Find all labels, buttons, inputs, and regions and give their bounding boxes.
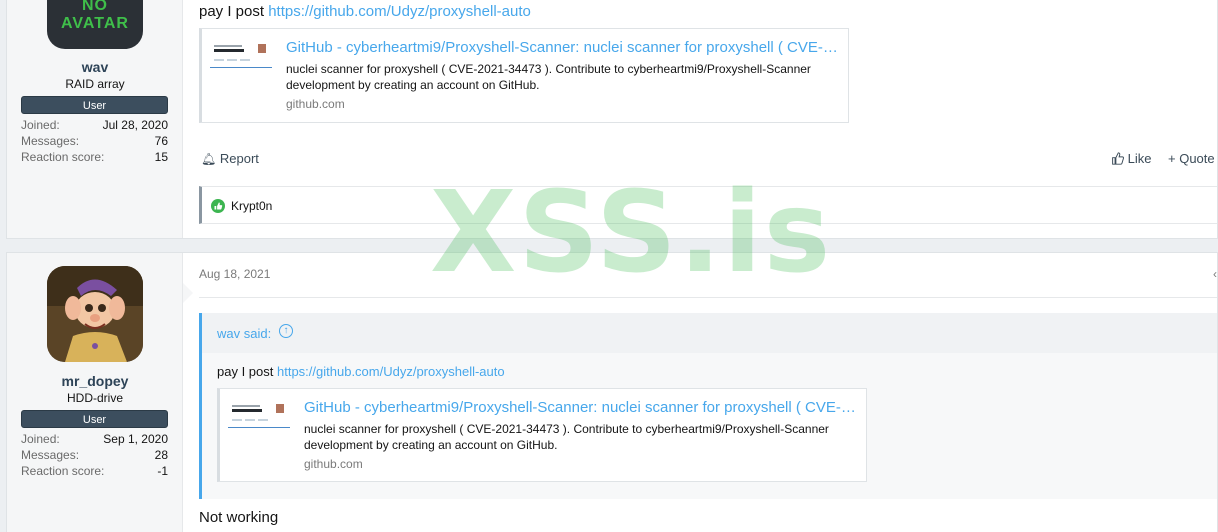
stat-label: Messages:	[21, 134, 80, 148]
user-arrow	[183, 283, 193, 303]
unfurl-description: nuclei scanner for proxyshell ( CVE-2021…	[286, 62, 811, 92]
divider	[199, 297, 1217, 298]
post-main: Aug 18, 2021 ‹ wav said: ↑ pay I post ht…	[199, 253, 1217, 532]
share-icon[interactable]: ‹	[1213, 267, 1217, 281]
quote-header: wav said: ↑	[202, 313, 1217, 353]
quote-label: Quote	[1179, 151, 1215, 166]
unfurl-domain: github.com	[286, 97, 345, 111]
user-info-column: NO AVATAR wav RAID array User Joined: Ju…	[7, 0, 183, 238]
link-unfurl[interactable]: GitHub - cyberheartmi9/Proxyshell-Scanne…	[199, 28, 849, 123]
user-info-column: mr_dopey HDD-drive User Joined: Sep 1, 2…	[7, 253, 183, 532]
post-main: pay I post https://github.com/Udyz/proxy…	[199, 0, 1217, 238]
stat-label: Reaction score:	[21, 150, 105, 164]
user-banner: User	[21, 96, 168, 114]
quote-block: wav said: ↑ pay I post https://github.co…	[199, 313, 1217, 499]
stat-value: Sep 1, 2020	[103, 432, 168, 446]
quote-text: pay I post https://github.com/Udyz/proxy…	[217, 364, 505, 379]
post-text: pay I post https://github.com/Udyz/proxy…	[199, 3, 531, 20]
avatar[interactable]: NO AVATAR	[47, 0, 143, 49]
thumbs-up-icon	[1111, 151, 1128, 166]
post-text-prefix: pay I post	[199, 3, 265, 20]
stat-label: Joined:	[21, 432, 60, 446]
link-unfurl[interactable]: GitHub - cyberheartmi9/Proxyshell-Scanne…	[217, 388, 867, 482]
user-title: HDD-drive	[66, 391, 123, 405]
plus-icon: +	[1168, 151, 1176, 166]
bell-icon: 🔔︎	[201, 152, 217, 166]
stat-value: 76	[154, 134, 168, 148]
stat-label: Messages:	[21, 448, 80, 462]
reaction-user-link[interactable]: Krypt0n	[231, 199, 272, 213]
post-date[interactable]: Aug 18, 2021	[199, 267, 270, 281]
user-banner: User	[21, 410, 168, 428]
stat-joined: Joined: Sep 1, 2020	[21, 432, 168, 446]
quote-text-prefix: pay I post	[217, 364, 274, 379]
unfurl-title[interactable]: GitHub - cyberheartmi9/Proxyshell-Scanne…	[304, 399, 859, 416]
like-label: Like	[1127, 151, 1152, 166]
stat-messages: Messages: 76	[21, 134, 168, 148]
username[interactable]: wav	[7, 59, 183, 75]
stat-reaction-score: Reaction score: 15	[21, 150, 168, 164]
report-button[interactable]: 🔔︎ Report	[201, 151, 259, 166]
stat-messages: Messages: 28	[21, 448, 168, 462]
github-thumbnail-icon	[210, 41, 272, 73]
unfurl-thumbnail	[210, 41, 272, 73]
quote-author-link[interactable]: wav said:	[217, 326, 271, 341]
arrow-up-circle-icon[interactable]: ↑	[279, 324, 293, 338]
user-title: RAID array	[65, 77, 125, 91]
dopey-avatar-icon	[47, 266, 143, 362]
post-wav: NO AVATAR wav RAID array User Joined: Ju…	[6, 0, 1218, 239]
quote-link[interactable]: https://github.com/Udyz/proxyshell-auto	[277, 364, 505, 379]
stat-value: -1	[157, 464, 168, 478]
post-mr-dopey: mr_dopey HDD-drive User Joined: Sep 1, 2…	[6, 252, 1218, 532]
username[interactable]: mr_dopey	[7, 373, 183, 389]
reactions-bar: Krypt0n	[199, 186, 1217, 224]
stat-value: Jul 28, 2020	[102, 118, 168, 132]
post-link[interactable]: https://github.com/Udyz/proxyshell-auto	[268, 3, 531, 20]
avatar-text: NO AVATAR	[61, 0, 129, 32]
like-reaction-icon	[211, 199, 225, 213]
avatar[interactable]	[47, 266, 143, 362]
unfurl-title[interactable]: GitHub - cyberheartmi9/Proxyshell-Scanne…	[286, 39, 841, 56]
report-label: Report	[219, 151, 259, 166]
stat-joined: Joined: Jul 28, 2020	[21, 118, 168, 132]
unfurl-thumbnail	[228, 401, 290, 433]
stat-label: Reaction score:	[21, 464, 105, 478]
quote-button[interactable]: + Quote	[1168, 151, 1215, 166]
stat-value: 28	[154, 448, 168, 462]
post-body: Not working	[199, 509, 279, 526]
unfurl-description: nuclei scanner for proxyshell ( CVE-2021…	[304, 422, 829, 452]
unfurl-domain: github.com	[304, 457, 363, 471]
github-thumbnail-icon	[228, 401, 290, 433]
stat-reaction-score: Reaction score: -1	[21, 464, 168, 478]
like-button[interactable]: Like	[1111, 151, 1151, 166]
stat-value: 15	[154, 150, 168, 164]
stat-label: Joined:	[21, 118, 60, 132]
